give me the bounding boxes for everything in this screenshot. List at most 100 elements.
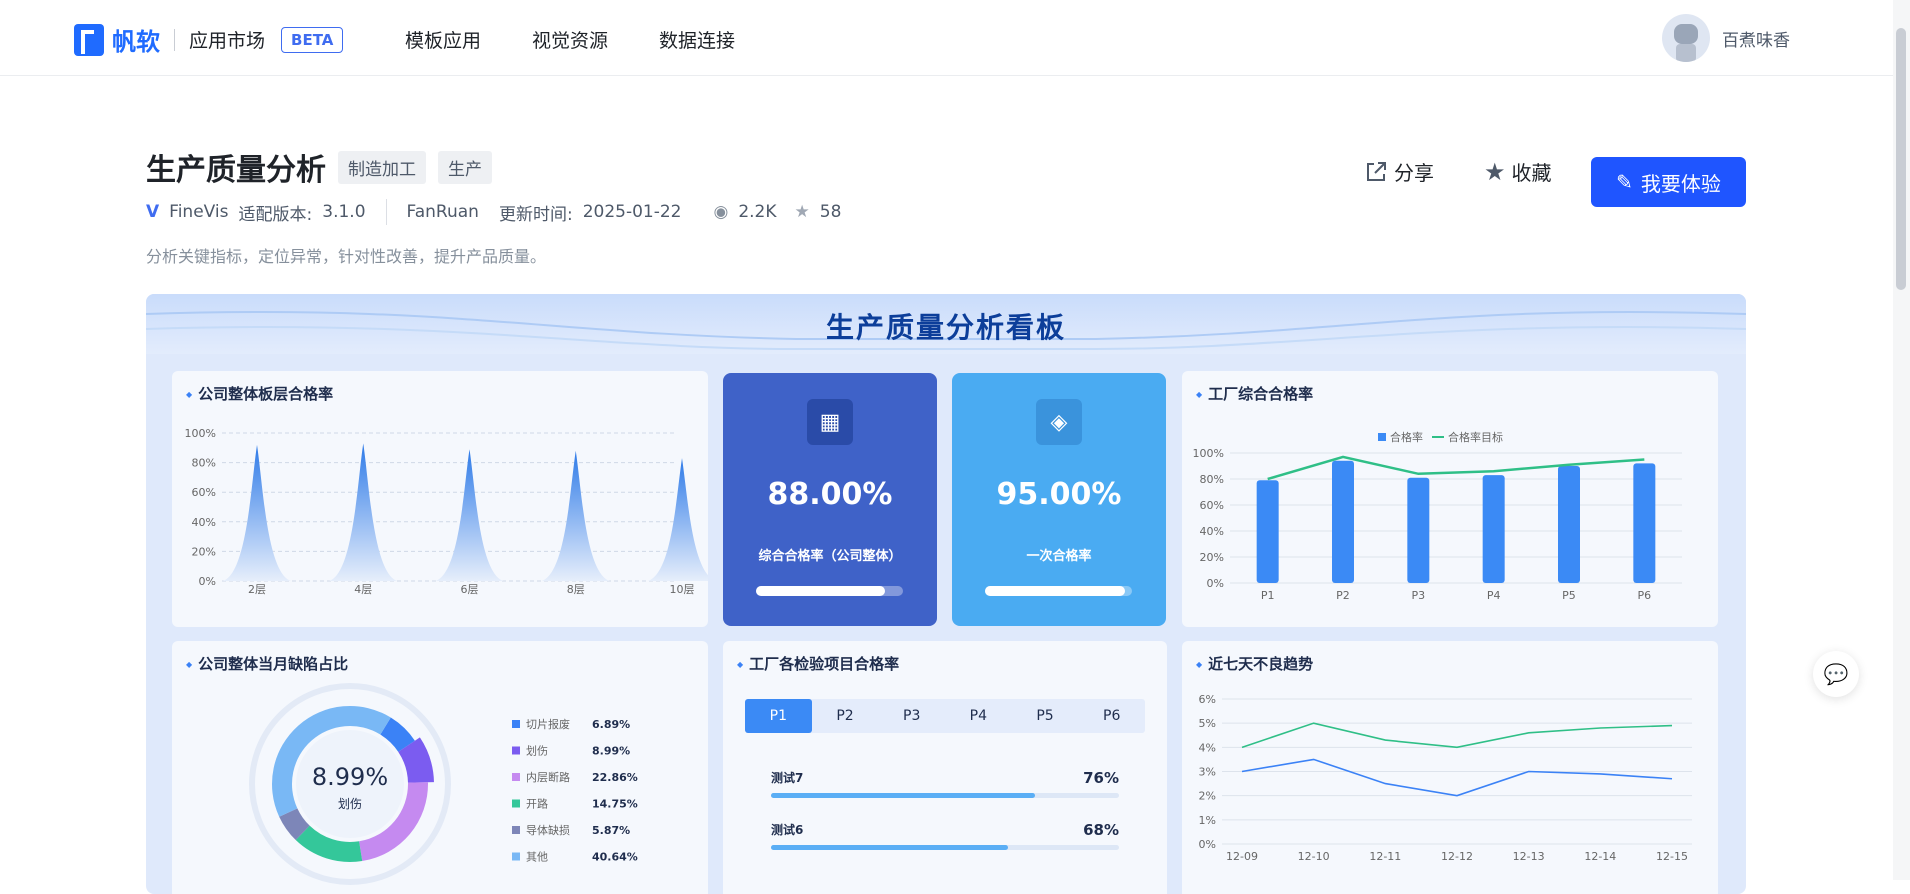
page-scrollbar[interactable]: [1893, 0, 1910, 880]
favorite-label: 收藏: [1511, 161, 1552, 185]
x-tick-label: 12-13: [1513, 850, 1545, 863]
y-tick-label: 2%: [1199, 790, 1216, 803]
favorite-button[interactable]: ★ 收藏: [1484, 157, 1552, 186]
main-nav: 模板应用 视觉资源 数据连接: [405, 26, 735, 53]
tag-manufacturing[interactable]: 制造加工: [338, 150, 426, 184]
logo[interactable]: 帆软 应用市场 BETA: [74, 22, 344, 57]
nav-templates[interactable]: 模板应用: [405, 26, 481, 53]
x-tick-label: P6: [1638, 589, 1652, 602]
share-button[interactable]: 分享: [1364, 157, 1434, 186]
nav-visual-resources[interactable]: 视觉资源: [532, 26, 608, 53]
nav-data-connect[interactable]: 数据连接: [659, 26, 735, 53]
inspection-row: 测试6 68%: [771, 821, 1119, 861]
building-icon: ▦: [807, 399, 853, 445]
page-title: 生产质量分析: [146, 153, 326, 188]
legend-swatch: [512, 746, 520, 755]
kpi-progress-fill: [756, 586, 886, 596]
bar: [1558, 466, 1580, 583]
legend-label: 合格率目标: [1448, 430, 1503, 444]
legend-value: 8.99%: [592, 745, 630, 758]
y-tick-label: 80%: [192, 457, 216, 470]
star-icon: ★: [794, 202, 810, 222]
legend-value: 40.64%: [592, 851, 638, 864]
factory-tabs: P1 P2 P3 P4 P5 P6: [745, 699, 1145, 733]
kpi-value: 88.00%: [767, 477, 893, 512]
y-tick-label: 60%: [1200, 499, 1224, 512]
area-chart: 0% 20% 40% 60% 80% 100% 2层 4层 6层 8层 10层: [185, 427, 708, 596]
legend-swatch: [512, 799, 520, 808]
pencil-icon: ✎: [1616, 170, 1633, 194]
dashboard-title: 生产质量分析看板: [825, 311, 1066, 344]
x-tick-label: P4: [1487, 589, 1501, 602]
panel-factory-pass-rate: 工厂综合合格率 0%20%40%60%80%100%合格率合格率目标P1P2P3…: [1182, 371, 1718, 627]
y-tick-label: 60%: [192, 486, 216, 499]
divider: [385, 199, 387, 225]
author: FanRuan: [406, 202, 479, 222]
try-label: 我要体验: [1640, 171, 1721, 196]
area-peak: [223, 444, 291, 581]
tab-p1[interactable]: P1: [745, 699, 812, 733]
action-group: 分享 ★ 收藏: [1364, 157, 1552, 186]
bar: [1407, 477, 1430, 583]
user-name[interactable]: 百煮味香: [1722, 26, 1790, 51]
chat-button[interactable]: 💬: [1813, 651, 1859, 697]
x-tick-label: 10层: [670, 583, 695, 596]
view-count: 2.2K: [738, 202, 777, 222]
try-button[interactable]: ✎ 我要体验: [1591, 157, 1746, 207]
line-chart: 0% 1% 2% 3% 4% 5% 6% 12-09 12-10 12-11 12-12 12-13 1…: [1199, 693, 1692, 863]
inspection-item-name: 测试7: [771, 771, 804, 785]
user-menu[interactable]: 百煮味香: [1662, 14, 1790, 62]
trend-line: [1241, 722, 1673, 749]
divider: [174, 28, 175, 51]
x-tick-label: 12-14: [1584, 850, 1616, 863]
panel-floor-pass-rate: 公司整体板层合格率 0%20%40%60%80%100%2层4层6层8层10层: [172, 371, 708, 627]
bar: [1482, 475, 1505, 583]
y-tick-label: 5%: [1199, 717, 1216, 730]
product-title-row: 生产质量分析 制造加工 生产: [146, 145, 492, 189]
y-tick-label: 4%: [1199, 741, 1216, 754]
panel-defect-share: 公司整体当月缺陷占比 切片报废6.89%划伤8.99%内层断路22.86%开路1…: [172, 641, 708, 894]
tab-p3[interactable]: P3: [878, 699, 945, 733]
legend-label: 开路: [526, 798, 548, 811]
x-tick-label: P3: [1412, 589, 1426, 602]
legend-value: 14.75%: [592, 798, 638, 811]
tab-p5[interactable]: P5: [1012, 699, 1079, 733]
legend-swatch: [1378, 433, 1386, 441]
tag-production[interactable]: 生产: [438, 150, 492, 184]
panel-title: 工厂各检验项目合格率: [737, 653, 899, 674]
finevis-icon: V: [146, 202, 160, 222]
legend-swatch: [512, 852, 520, 861]
tab-p4[interactable]: P4: [945, 699, 1012, 733]
kpi-first-pass: ◈ 95.00% 一次合格率: [952, 373, 1166, 626]
x-tick-label: 12-10: [1298, 850, 1330, 863]
legend-label: 切片报废: [526, 717, 570, 731]
kpi-progress-fill: [985, 586, 1125, 596]
tab-p2[interactable]: P2: [812, 699, 879, 733]
avatar[interactable]: [1662, 14, 1710, 62]
x-tick-label: P5: [1562, 589, 1576, 602]
bar: [1633, 463, 1656, 583]
trend-line: [1241, 758, 1673, 797]
chat-icon: 💬: [1823, 662, 1849, 686]
inspection-bar-fill: [771, 793, 1036, 798]
y-tick-label: 0%: [1207, 577, 1224, 590]
y-tick-label: 80%: [1200, 473, 1224, 486]
cube-icon: ◈: [1036, 399, 1082, 445]
legend-value: 6.89%: [592, 718, 630, 731]
x-tick-label: 8层: [567, 583, 585, 596]
tab-p6[interactable]: P6: [1078, 699, 1145, 733]
x-tick-label: 12-15: [1656, 850, 1688, 863]
kpi-progress: [985, 586, 1132, 596]
inspection-row: 测试7 76%: [771, 769, 1119, 809]
kpi-label: 一次合格率: [1026, 549, 1092, 564]
area-peak: [541, 450, 610, 581]
area-peak: [435, 449, 504, 581]
x-tick-label: P1: [1261, 589, 1275, 602]
inspection-item-value: 68%: [1083, 821, 1119, 839]
y-tick-label: 1%: [1199, 814, 1216, 827]
star-icon: ★: [1484, 157, 1506, 186]
inspection-item-name: 测试6: [771, 823, 804, 837]
kpi-progress: [756, 586, 903, 596]
market-title: 应用市场: [189, 30, 266, 52]
scrollbar-thumb[interactable]: [1896, 28, 1906, 290]
